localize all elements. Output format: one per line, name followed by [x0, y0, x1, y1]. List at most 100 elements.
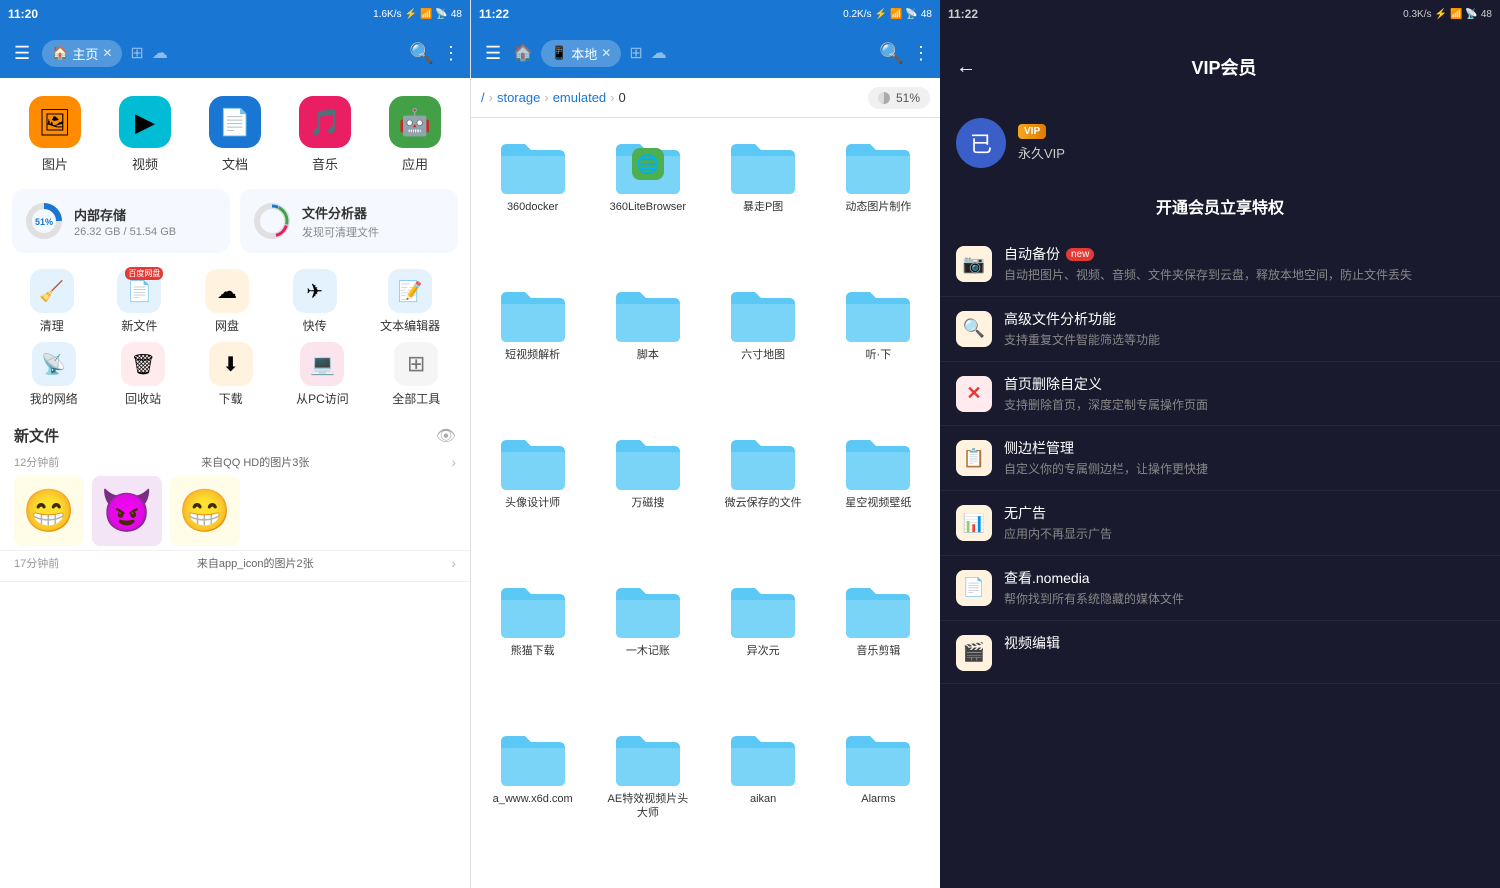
menu-btn-2[interactable]: ☰: [481, 39, 505, 68]
benefit-sidebar[interactable]: 📋 侧边栏管理 自定义你的专属侧边栏，让操作更快捷: [940, 426, 1500, 491]
folder-baozouptu[interactable]: 暴走P图: [706, 126, 821, 274]
analysis-text: 高级文件分析功能 支持重复文件智能筛选等功能: [1004, 309, 1484, 349]
folder-liucundi[interactable]: 六寸地图: [706, 274, 821, 422]
tool-texteditor[interactable]: 📝 文本编辑器: [380, 269, 440, 334]
grid-icon-2[interactable]: ⊞: [629, 43, 642, 63]
folder-xingkong[interactable]: 星空视频壁纸: [821, 422, 936, 570]
search-btn-1[interactable]: 🔍: [409, 41, 434, 66]
folder-duanshipin[interactable]: 短视频解析: [475, 274, 590, 422]
folder-jiaoben[interactable]: 脚本: [590, 274, 705, 422]
more-btn-1[interactable]: ⋮: [442, 43, 460, 64]
folder-weiyun[interactable]: 微云保存的文件: [706, 422, 821, 570]
internal-storage-card[interactable]: 51% 内部存储 26.32 GB / 51.54 GB: [12, 189, 230, 253]
category-docs[interactable]: 📄 文档: [209, 96, 261, 173]
folder-name-wanci: 万磁搜: [631, 496, 664, 510]
benefit-home-customize[interactable]: ✕ 首页删除自定义 支持删除首页，深度定制专属操作页面: [940, 362, 1500, 427]
tool-newfile[interactable]: 📄 百度网盘 新文件: [117, 269, 161, 334]
home-tab[interactable]: 🏠 主页 ✕: [42, 40, 122, 67]
tool-download[interactable]: ⬇ 下载: [209, 342, 253, 407]
folder-panda[interactable]: 熊猫下载: [475, 570, 590, 718]
arrow-icon-1: ›: [451, 454, 456, 470]
folder-dongtai[interactable]: 动态图片制作: [821, 126, 936, 274]
newfile-icon-bg: 📄 百度网盘: [117, 269, 161, 313]
category-music[interactable]: 🎵 音乐: [299, 96, 351, 173]
benefit-nomedia[interactable]: 📄 查看.nomedia 帮你找到所有系统隐藏的媒体文件: [940, 556, 1500, 621]
category-grid: 🖼 图片 ▶ 视频 📄 文档 🎵 音乐 🤖 应用: [0, 78, 470, 183]
folder-yimu[interactable]: 一木记账: [590, 570, 705, 718]
home-nav-icon[interactable]: 🏠: [513, 43, 533, 63]
mynet-icon: 📡: [41, 352, 66, 377]
benefit-advanced-analysis[interactable]: 🔍 高级文件分析功能 支持重复文件智能筛选等功能: [940, 297, 1500, 362]
tool-mynet[interactable]: 📡 我的网络: [30, 342, 78, 407]
magnify-icon: 🔍: [963, 318, 985, 339]
back-button[interactable]: ←: [956, 56, 976, 79]
cloud-icon-2[interactable]: ☁: [651, 43, 667, 63]
tool-pcaccess[interactable]: 💻 从PC访问: [296, 342, 349, 407]
eye-icon[interactable]: 👁: [436, 426, 456, 446]
folder-360litebrowser[interactable]: 🌐 360LiteBrowser: [590, 126, 705, 274]
photos-label: 图片: [42, 154, 68, 173]
grid-icon-1[interactable]: ⊞: [130, 43, 143, 63]
clean-icon-bg: 🧹: [30, 269, 74, 313]
folder-name-aikan: aikan: [750, 792, 776, 806]
benefits-list: 📷 自动备份 new 自动把图片、视频、音频、文件夹保存到云盘，释放本地空间，防…: [940, 232, 1500, 888]
more-btn-2[interactable]: ⋮: [912, 43, 930, 64]
photos-icon: 🖼: [38, 107, 71, 138]
newfile-badge: 百度网盘: [125, 267, 163, 280]
benefit-no-ads[interactable]: 📊 无广告 应用内不再显示广告: [940, 491, 1500, 556]
auto-backup-title: 自动备份 new: [1004, 244, 1484, 264]
category-apps[interactable]: 🤖 应用: [389, 96, 441, 173]
folder-svg-liucundi: [727, 284, 799, 344]
file-group-1[interactable]: 12分钟前 来自QQ HD的图片3张 › 😁 😈 😁: [0, 450, 470, 551]
tool-kuaichuan[interactable]: ✈ 快传: [293, 269, 337, 334]
no-ads-icon: 📊: [956, 505, 992, 541]
menu-btn-1[interactable]: ☰: [10, 39, 34, 68]
bread-emulated[interactable]: emulated: [553, 90, 606, 105]
no-ads-title: 无广告: [1004, 503, 1484, 523]
folder-360docker[interactable]: 360docker: [475, 126, 590, 274]
category-video[interactable]: ▶ 视频: [119, 96, 171, 173]
thumb-1-3: 😁: [170, 476, 240, 546]
folder-alarms[interactable]: Alarms: [821, 718, 936, 880]
folder-touzixiangshi[interactable]: 头像设计师: [475, 422, 590, 570]
cloud-icon-1[interactable]: ☁: [152, 43, 168, 63]
local-tab-close[interactable]: ✕: [601, 46, 611, 60]
analysis-icon: 🔍: [956, 311, 992, 347]
tool-alltools[interactable]: ⊞ 全部工具: [392, 342, 440, 407]
bread-storage[interactable]: storage: [497, 90, 540, 105]
folder-aetexiao[interactable]: AE特效视频片头大师: [590, 718, 705, 880]
nomedia-desc: 帮你找到所有系统隐藏的媒体文件: [1004, 591, 1484, 608]
bread-root[interactable]: /: [481, 90, 485, 105]
bread-current: 0: [619, 90, 626, 105]
folder-svg-weiyun: [727, 432, 799, 492]
tool-recycle[interactable]: 🗑 回收站: [121, 342, 165, 407]
folder-aikan[interactable]: aikan: [706, 718, 821, 880]
benefit-video-edit[interactable]: 🎬 视频编辑: [940, 621, 1500, 684]
status-bar-2: 11:22 0.2K/s ⚡ 📶 📡 48: [471, 0, 940, 28]
benefit-auto-backup[interactable]: 📷 自动备份 new 自动把图片、视频、音频、文件夹保存到云盘，释放本地空间，防…: [940, 232, 1500, 297]
storage-donut-icon: 51%: [24, 201, 64, 241]
folder-yinyue[interactable]: 音乐剪辑: [821, 570, 936, 718]
home-tab-close[interactable]: ✕: [102, 46, 112, 60]
storage-usage-badge[interactable]: 51%: [868, 87, 930, 109]
tool-netdisk[interactable]: ☁ 网盘: [205, 269, 249, 334]
vip-avatar: 已: [956, 118, 1006, 168]
category-photos[interactable]: 🖼 图片: [29, 96, 81, 173]
file-analyzer-card[interactable]: 文件分析器 发现可清理文件: [240, 189, 458, 253]
search-btn-2[interactable]: 🔍: [879, 41, 904, 66]
local-tab[interactable]: 📱 本地 ✕: [541, 40, 621, 67]
folder-name-alarms: Alarms: [861, 792, 895, 806]
storage-used: 26.32 GB / 51.54 GB: [74, 226, 176, 238]
folder-name-duanshipin: 短视频解析: [505, 348, 560, 362]
folder-awww[interactable]: a_www.x6d.com: [475, 718, 590, 880]
home-customize-title: 首页删除自定义: [1004, 374, 1484, 394]
folder-yiciyuan[interactable]: 异次元: [706, 570, 821, 718]
tool-clean[interactable]: 🧹 清理: [30, 269, 74, 334]
apps-icon: 🤖: [399, 107, 431, 138]
folder-tingxia[interactable]: 听·下: [821, 274, 936, 422]
folder-wancisou[interactable]: 万磁搜: [590, 422, 705, 570]
home-icon: 🏠: [52, 45, 68, 61]
file-group-1-header: 12分钟前 来自QQ HD的图片3张 ›: [14, 454, 456, 470]
file-group-2[interactable]: 17分钟前 来自app_icon的图片2张 ›: [0, 551, 470, 582]
folder-name-baozou: 暴走P图: [743, 200, 783, 214]
